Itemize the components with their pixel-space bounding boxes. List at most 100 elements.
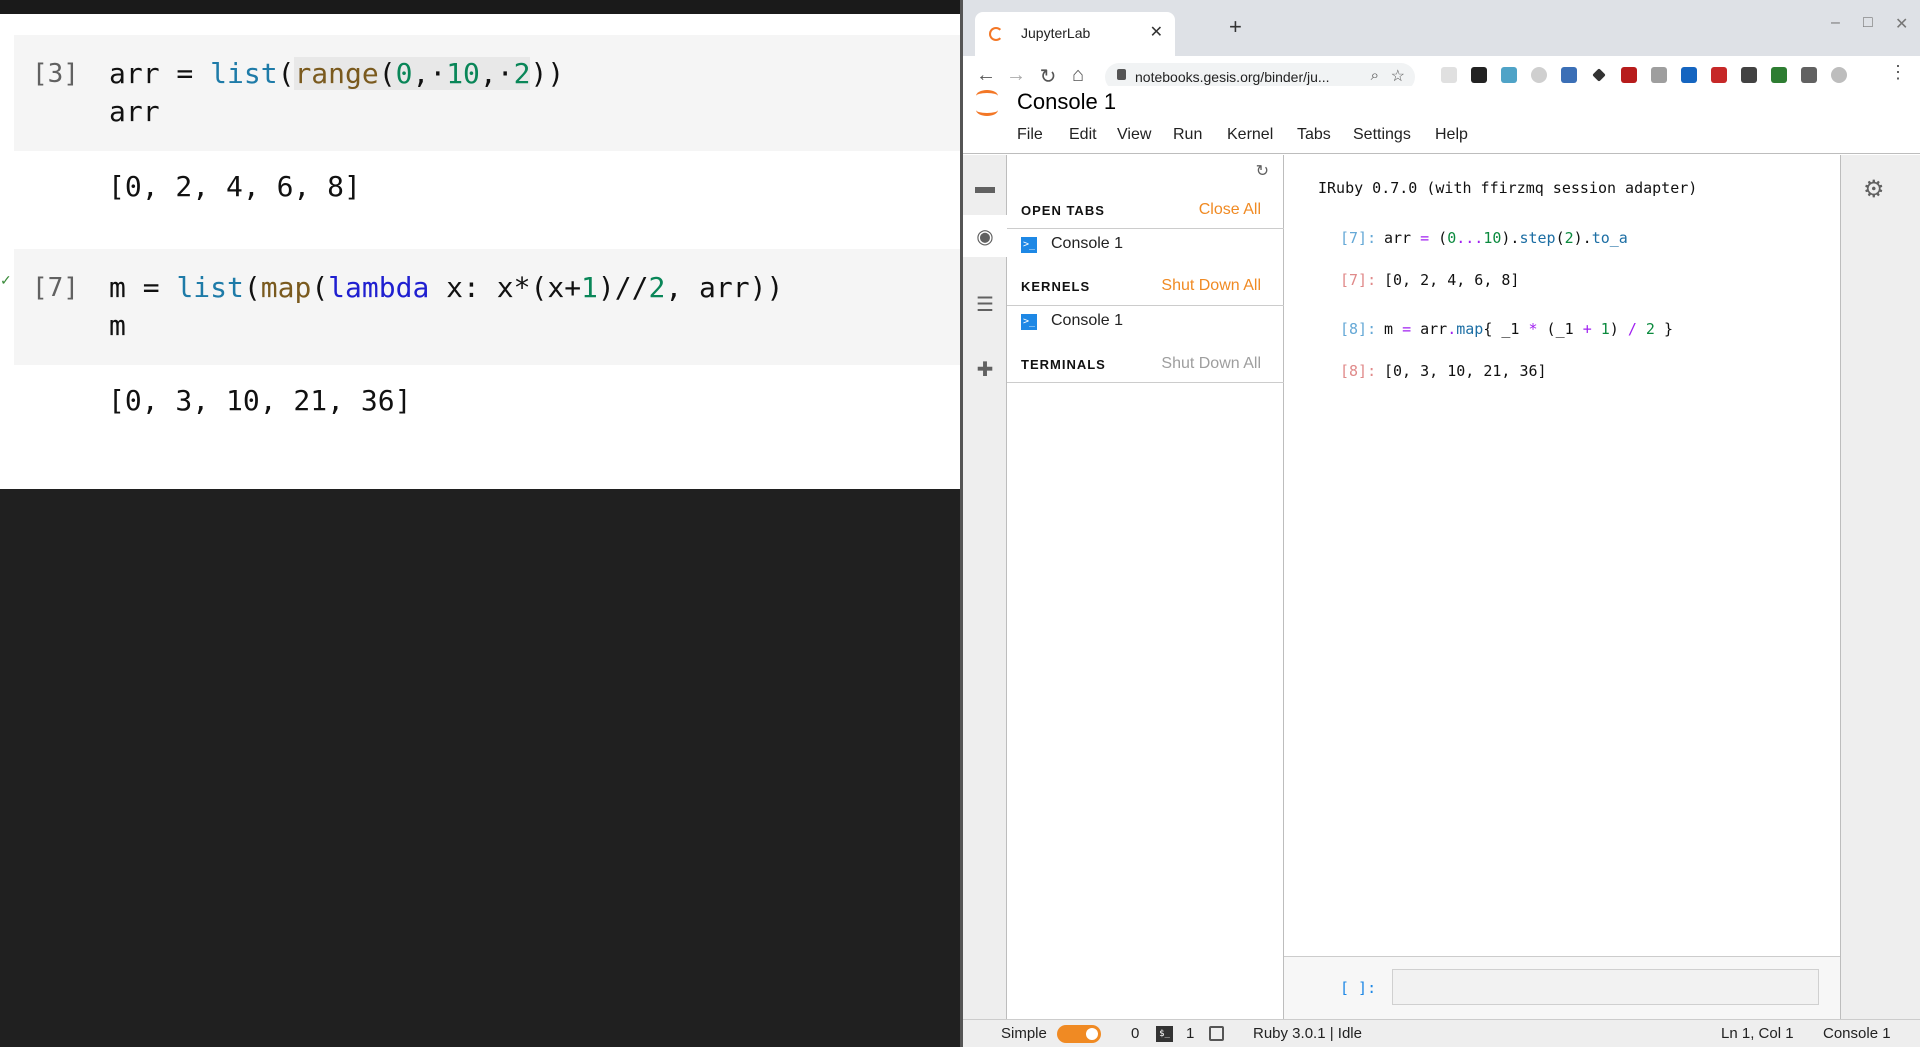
code-token: map: [1456, 320, 1484, 338]
divider: [1007, 305, 1284, 306]
extension-icon[interactable]: [1531, 67, 1547, 83]
kernel-item[interactable]: >_ Console 1: [1021, 310, 1271, 334]
output-prompt: [7]:: [1340, 271, 1377, 289]
code-token: range: [294, 57, 379, 90]
code-token: =: [159, 57, 211, 90]
download-icon[interactable]: [1681, 67, 1697, 83]
zoom-icon[interactable]: ⌕: [1371, 67, 1379, 84]
cell-code[interactable]: arr = list(range(0,·10,·2)) arr: [109, 55, 564, 131]
console-output: [0, 2, 4, 6, 8]: [1384, 271, 1520, 289]
menu-tabs[interactable]: Tabs: [1297, 126, 1331, 144]
terminal-count[interactable]: 1: [1186, 1025, 1194, 1042]
table-of-contents-icon[interactable]: ☰: [971, 290, 999, 318]
code-token: 2: [513, 57, 531, 90]
output-prompt: [8]:: [1340, 362, 1377, 380]
extension-icon[interactable]: [1501, 67, 1517, 83]
cursor-position[interactable]: Ln 1, Col 1: [1721, 1025, 1794, 1042]
code-token: ): [1609, 320, 1628, 338]
code-token: 10: [1483, 229, 1502, 247]
tab-close-icon[interactable]: ✕: [1150, 22, 1163, 42]
code-token: =: [1420, 229, 1430, 247]
code-token: { _1: [1483, 320, 1529, 338]
code-token: arr: [109, 95, 160, 128]
code-token: ,·: [479, 57, 514, 90]
code-token: ).: [1501, 229, 1520, 247]
browser-tab[interactable]: JupyterLab ✕: [975, 12, 1175, 56]
jupyterlab-header: Console 1 File Edit View Run Kernel Tabs…: [963, 86, 1920, 154]
menu-run[interactable]: Run: [1173, 126, 1202, 144]
console-input-editor[interactable]: [1392, 969, 1819, 1005]
pen-icon[interactable]: [1592, 68, 1606, 82]
refresh-icon[interactable]: ↻: [1256, 161, 1269, 181]
lock-icon: [1117, 69, 1126, 80]
menu-help[interactable]: Help: [1435, 126, 1468, 144]
extension-icon[interactable]: [1471, 67, 1487, 83]
cpu-icon: [1209, 1026, 1224, 1041]
code-token: 2: [1645, 320, 1655, 338]
maximize-icon[interactable]: □: [1863, 14, 1873, 32]
code-cell-input[interactable]: [7] m = list(map(lambda x: x*(x+1)//2, a…: [14, 249, 960, 365]
code-cell-input[interactable]: [3] arr = list(range(0,·10,·2)) arr: [14, 35, 960, 151]
extension-icon[interactable]: [1561, 67, 1577, 83]
close-all-button[interactable]: Close All: [1199, 201, 1261, 219]
code-token: arr: [109, 57, 160, 90]
right-sidebar-rail: ⚙: [1840, 155, 1920, 1019]
kernel-count[interactable]: 0: [1131, 1025, 1139, 1042]
home-icon[interactable]: ⌂: [1065, 64, 1091, 87]
open-tab-label: Console 1: [1051, 235, 1124, 252]
code-token: }: [1654, 320, 1673, 338]
code-token: (: [1555, 229, 1565, 247]
extension-icon[interactable]: [1441, 67, 1457, 83]
code-token: lambda: [328, 271, 430, 304]
browser-menu-icon[interactable]: ⋮: [1885, 62, 1911, 83]
menu-file[interactable]: File: [1017, 126, 1043, 144]
menu-view[interactable]: View: [1117, 126, 1151, 144]
extension-manager-icon[interactable]: ✚: [971, 355, 999, 383]
menu-settings[interactable]: Settings: [1353, 126, 1411, 144]
minimize-icon[interactable]: –: [1831, 14, 1840, 32]
shut-down-all-terminals-button[interactable]: Shut Down All: [1161, 355, 1261, 373]
input-prompt: [ ]:: [1340, 979, 1377, 997]
terminal-icon: $_: [1156, 1026, 1173, 1042]
code-token: arr: [1384, 229, 1421, 247]
divider: [1007, 228, 1284, 229]
window-close-icon[interactable]: ✕: [1895, 14, 1908, 34]
console-code[interactable]: m = arr.map{ _1 * (_1 + 1) / 2 }: [1384, 320, 1673, 338]
extensions-puzzle-icon[interactable]: [1801, 67, 1817, 83]
zoomed-notebook-pane: [3] arr = list(range(0,·10,·2)) arr [0, …: [0, 0, 960, 1047]
menu-edit[interactable]: Edit: [1069, 126, 1097, 144]
tab-title: JupyterLab: [1021, 25, 1091, 41]
code-token: (_1: [1537, 320, 1583, 338]
shut-down-all-kernels-button[interactable]: Shut Down All: [1161, 277, 1261, 295]
kernel-status[interactable]: Ruby 3.0.1 | Idle: [1253, 1025, 1362, 1042]
cell-prompt: [7]: [32, 273, 79, 303]
extension-icon[interactable]: [1771, 67, 1787, 83]
new-tab-button[interactable]: +: [1229, 14, 1242, 40]
code-token: +: [1582, 320, 1592, 338]
code-token: =: [1402, 320, 1412, 338]
input-prompt: [7]:: [1340, 229, 1377, 247]
forward-icon[interactable]: →: [1003, 64, 1029, 87]
property-inspector-gear-icon[interactable]: ⚙: [1863, 175, 1885, 204]
menu-kernel[interactable]: Kernel: [1227, 126, 1273, 144]
folder-icon[interactable]: ▬: [971, 173, 999, 201]
extension-icon[interactable]: [1711, 67, 1727, 83]
terminals-heading: TERMINALS: [1021, 357, 1106, 372]
cell-code[interactable]: m = list(map(lambda x: x*(x+1)//2, arr))…: [109, 269, 783, 345]
code-token: (: [1429, 229, 1448, 247]
back-icon[interactable]: ←: [973, 64, 999, 87]
open-tab-item[interactable]: >_ Console 1: [1021, 233, 1271, 257]
notebook-view: [3] arr = list(range(0,·10,·2)) arr [0, …: [0, 14, 960, 489]
lock-extension-icon[interactable]: [1651, 67, 1667, 83]
browser-window: JupyterLab ✕ + – □ ✕ ← → ↻ ⌂ notebooks.g…: [960, 0, 1920, 1047]
console-code[interactable]: arr = (0...10).step(2).to_a: [1384, 229, 1628, 247]
active-document: Console 1: [1823, 1025, 1891, 1042]
cell-marker: ✓: [0, 272, 12, 288]
simple-mode-toggle[interactable]: [1057, 1025, 1101, 1043]
running-sessions-icon[interactable]: ◉: [971, 222, 999, 250]
profile-avatar[interactable]: [1831, 67, 1847, 83]
extension-icon[interactable]: [1741, 67, 1757, 83]
bookmark-star-icon[interactable]: ☆: [1391, 66, 1405, 86]
ublock-icon[interactable]: [1621, 67, 1637, 83]
